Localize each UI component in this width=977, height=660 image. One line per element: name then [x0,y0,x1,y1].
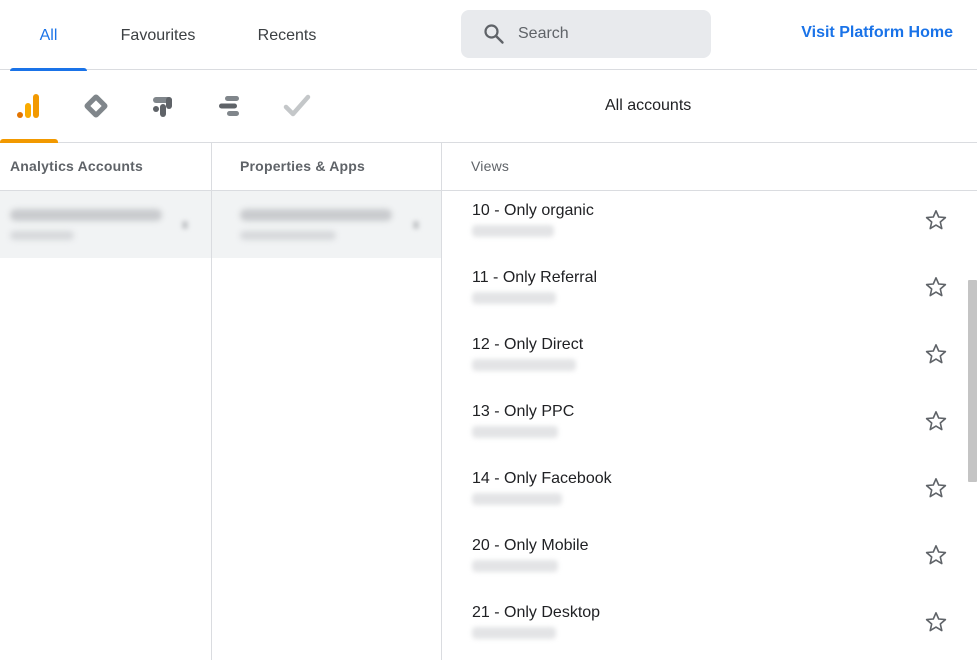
optimize-icon [153,97,172,117]
views-scrollbar[interactable] [968,280,977,482]
product-switcher: All accounts [0,70,977,143]
properties-column: Properties & Apps [212,143,442,660]
view-item[interactable]: 11 - Only Referral [442,258,977,325]
account-id-redacted [10,231,74,240]
star-icon[interactable] [924,476,948,500]
properties-column-header: Properties & Apps [212,143,441,191]
surveys-icon [283,94,311,117]
views-column-header: Views [442,143,977,191]
chevron-right-icon [182,221,188,229]
tab-favourites-label: Favourites [120,27,196,44]
top-bar: All Favourites Recents Search Visit Plat… [0,0,977,71]
view-item[interactable]: 13 - Only PPC [442,392,977,459]
tab-recents-label: Recents [257,27,317,44]
search-icon [484,24,504,44]
accounts-column-header: Analytics Accounts [0,143,211,191]
view-id-redacted [472,560,558,572]
account-item-selected[interactable] [0,191,211,258]
tag-manager-icon [84,94,108,118]
view-item[interactable]: 21 - Only Desktop [442,593,977,660]
tab-all-label: All [39,27,58,44]
property-id-redacted [240,231,336,240]
accounts-column: Analytics Accounts [0,143,212,660]
view-id-redacted [472,426,558,438]
product-tag-manager[interactable] [67,70,125,142]
product-optimize[interactable] [134,70,192,142]
product-analytics[interactable] [0,70,58,143]
scope-label: All accounts [605,97,692,114]
view-name: 14 - Only Facebook [472,470,612,487]
product-surveys[interactable] [268,70,326,142]
view-name: 20 - Only Mobile [472,537,589,554]
tab-recents[interactable]: Recents [245,0,329,70]
tab-all[interactable]: All [10,0,87,71]
chevron-right-icon [413,221,419,229]
view-name: 21 - Only Desktop [472,604,601,621]
view-id-redacted [472,359,576,371]
view-item[interactable]: 20 - Only Mobile [442,526,977,593]
views-column: Views 10 - Only organic 11 - Only Referr… [442,143,977,660]
star-icon[interactable] [924,409,948,433]
view-id-redacted [472,292,556,304]
analytics-icon [17,94,39,118]
data-studio-icon [219,96,239,116]
view-item[interactable]: 10 - Only organic [442,191,977,258]
star-icon[interactable] [924,610,948,634]
tab-favourites[interactable]: Favourites [108,0,208,70]
view-name: 12 - Only Direct [472,336,584,353]
star-icon[interactable] [924,275,948,299]
visit-platform-home-link[interactable]: Visit Platform Home [801,0,953,66]
view-item[interactable]: 12 - Only Direct [442,325,977,392]
search-placeholder: Search [518,25,569,42]
search-input[interactable]: Search [461,10,711,58]
product-data-studio[interactable] [201,70,259,142]
view-name: 10 - Only organic [472,202,594,219]
star-icon[interactable] [924,208,948,232]
view-name: 11 - Only Referral [472,269,598,286]
property-item-selected[interactable] [212,191,441,258]
view-id-redacted [472,627,556,639]
view-name: 13 - Only PPC [472,403,575,420]
view-id-redacted [472,493,562,505]
view-item[interactable]: 14 - Only Facebook [442,459,977,526]
view-id-redacted [472,225,554,237]
account-name-redacted [10,209,162,221]
property-name-redacted [240,209,392,221]
star-icon[interactable] [924,543,948,567]
star-icon[interactable] [924,342,948,366]
